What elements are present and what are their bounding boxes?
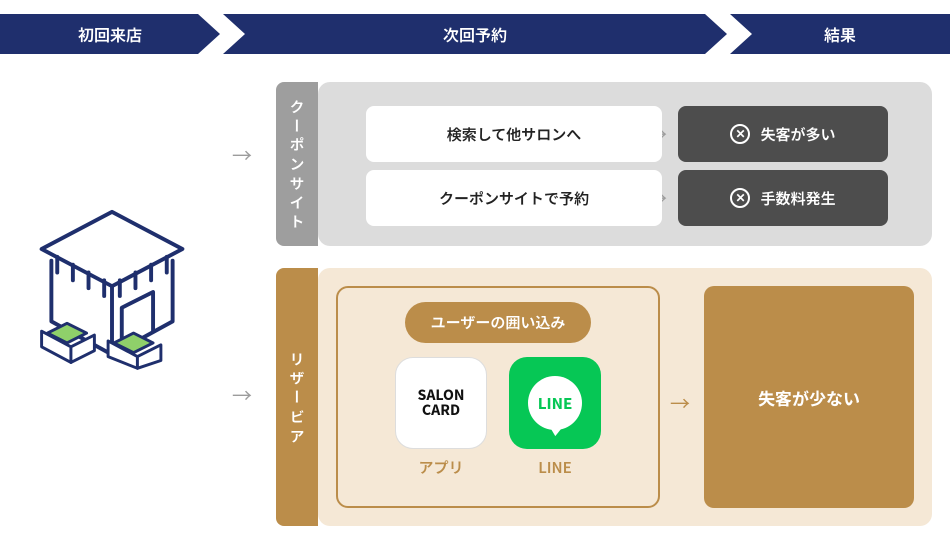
- result-fee-incurred: 手数料発生: [678, 170, 888, 226]
- card-book-on-coupon-site: クーポンサイトで予約: [366, 170, 662, 226]
- app-salon-card: SALON CARD アプリ: [395, 357, 487, 478]
- app-label-salon: アプリ: [418, 457, 463, 478]
- step-result: 結果: [730, 14, 950, 54]
- salon-logo-line2: CARD: [422, 400, 460, 420]
- tab-coupon-site: クーポンサイト: [276, 82, 318, 246]
- tab-reservia: リザービア: [276, 268, 318, 526]
- store-icon: [24, 206, 200, 382]
- result-few-lost-customers: 失客が少ない: [704, 286, 914, 508]
- pill-user-retention: ユーザーの囲い込み: [405, 302, 592, 343]
- enclose-user-retention: ユーザーの囲い込み SALON CARD アプリ LINE LINE: [336, 286, 660, 508]
- apps-row: SALON CARD アプリ LINE LINE: [395, 357, 601, 478]
- arrow-right-icon: →: [670, 388, 690, 417]
- arrow-right-icon: →: [232, 140, 252, 169]
- arrow-right-icon: →: [232, 380, 252, 409]
- panel-reservia: ユーザーの囲い込み SALON CARD アプリ LINE LINE → 失客が…: [318, 268, 932, 526]
- app-label-line: LINE: [538, 457, 572, 478]
- app-line: LINE LINE: [509, 357, 601, 478]
- line-icon: LINE: [509, 357, 601, 449]
- close-circle-icon: [730, 124, 750, 144]
- step-first-visit: 初回来店: [0, 14, 220, 54]
- line-logo-text: LINE: [528, 376, 582, 430]
- result-label: 失客が多い: [760, 124, 835, 145]
- card-search-other-salon: 検索して他サロンへ: [366, 106, 662, 162]
- salon-card-icon: SALON CARD: [395, 357, 487, 449]
- result-label: 手数料発生: [760, 188, 835, 209]
- header-steps: 初回来店 次回予約 結果: [0, 14, 950, 54]
- step-next-booking: 次回予約: [223, 14, 727, 54]
- panel-coupon-site: 検索して他サロンへ → 失客が多い クーポンサイトで予約 → 手数料発生: [318, 82, 932, 246]
- result-many-lost-customers: 失客が多い: [678, 106, 888, 162]
- close-circle-icon: [730, 188, 750, 208]
